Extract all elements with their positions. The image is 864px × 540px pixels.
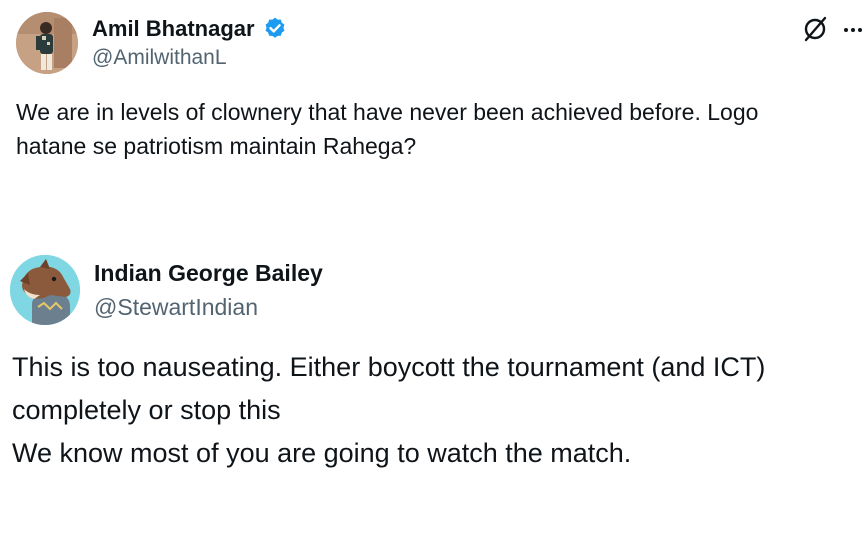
more-dots-icon <box>844 28 862 32</box>
author-handle[interactable]: @StewartIndian <box>94 294 258 321</box>
author-name[interactable]: Indian George Bailey <box>94 260 323 287</box>
avatar[interactable] <box>16 12 78 74</box>
tweet-text-line: This is too nauseating. Either boycott t… <box>12 352 766 382</box>
tweet-text-line: We are in levels of clownery that have n… <box>16 99 759 125</box>
author-handle[interactable]: @AmilwithanL <box>92 46 227 70</box>
verified-badge-icon <box>265 17 285 38</box>
author-name[interactable]: Amil Bhatnagar <box>92 16 255 42</box>
tweet-text-line: hatane se patriotism maintain Rahega? <box>16 133 417 159</box>
avatar[interactable] <box>10 255 80 325</box>
more-icon[interactable] <box>842 18 864 42</box>
horse-cartoon-icon <box>10 255 80 325</box>
tweet-text-line: completely or stop this <box>12 395 281 425</box>
grok-icon[interactable] <box>800 14 830 44</box>
tweet-text-line: We know most of you are going to watch t… <box>12 438 632 468</box>
person-photo-icon <box>16 12 78 74</box>
tweet-card: Amil Bhatnagar @AmilwithanL We are in le… <box>0 0 864 230</box>
tweet-text: This is too nauseating. Either boycott t… <box>12 346 864 475</box>
tweet-text: We are in levels of clownery that have n… <box>16 95 864 163</box>
tweet-card: Indian George Bailey @StewartIndian This… <box>0 230 864 540</box>
